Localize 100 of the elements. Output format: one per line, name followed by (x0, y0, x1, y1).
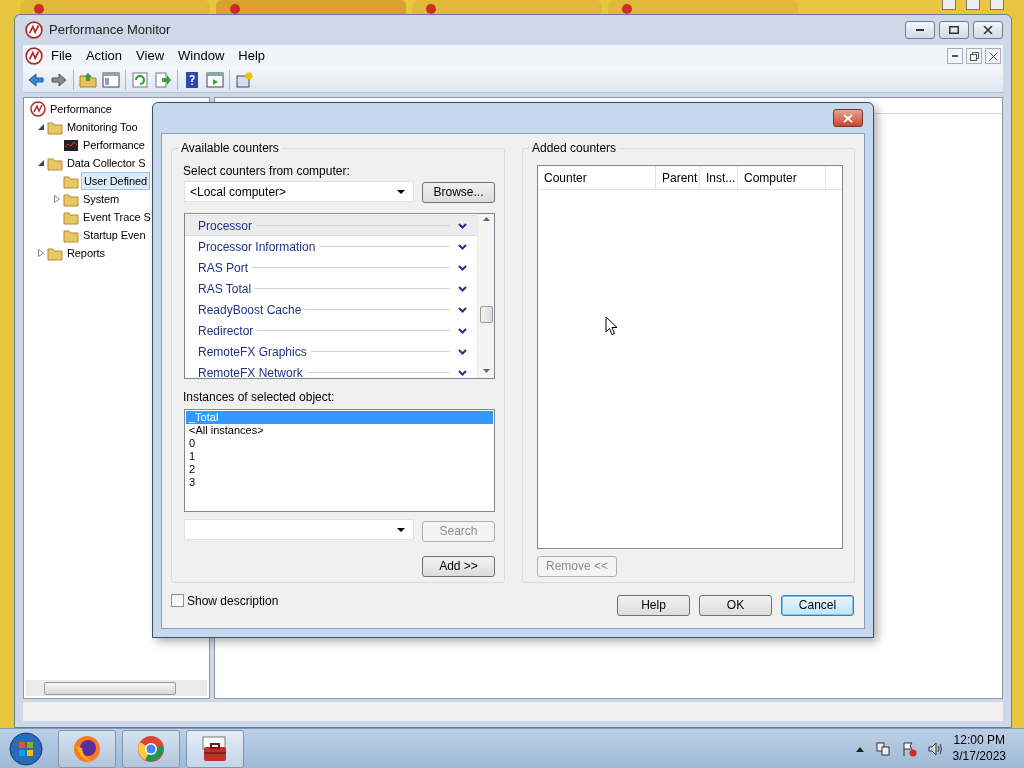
expanded-arrow-icon[interactable] (37, 124, 44, 130)
window-title: Performance Monitor (49, 21, 171, 40)
menu-item[interactable]: File (45, 46, 78, 66)
maximize-button[interactable] (939, 21, 969, 39)
field-label: Select counters from computer: (183, 163, 350, 180)
scroll-down-icon[interactable] (483, 369, 490, 373)
tree-item[interactable]: Performance (48, 100, 114, 118)
refresh-icon[interactable] (131, 70, 149, 89)
dialog-button[interactable]: Help (617, 595, 690, 616)
close-icon (842, 113, 854, 123)
dialog-button[interactable]: OK (699, 595, 772, 616)
chevron-down-icon[interactable] (458, 306, 467, 313)
new-window-icon[interactable] (235, 70, 253, 89)
tree-item[interactable]: Performance (81, 136, 147, 154)
counter-object-item[interactable]: RemoteFX Graphics (185, 341, 477, 362)
group-title: Available counters (178, 141, 282, 155)
counter-object-item[interactable]: RAS Port (185, 257, 477, 278)
counter-object-item[interactable]: Redirector (185, 320, 477, 341)
column-header[interactable]: Parent (656, 166, 700, 189)
browser-tab[interactable] (608, 0, 798, 14)
folder-icon (63, 191, 79, 207)
restore-button[interactable] (966, 48, 982, 64)
minimize-icon (952, 55, 958, 57)
chevron-down-icon[interactable] (458, 369, 467, 376)
collapsed-arrow-icon[interactable] (53, 195, 60, 203)
dropdown-arrow-icon (397, 527, 405, 532)
expanded-arrow-icon[interactable] (37, 160, 44, 166)
browser-tab[interactable] (412, 0, 602, 14)
browser-tab[interactable] (20, 0, 210, 14)
vertical-scrollbar[interactable] (477, 214, 494, 378)
back-arrow-icon[interactable] (27, 70, 45, 89)
group-title: Added counters (529, 141, 620, 155)
tree-item[interactable]: System (81, 190, 122, 208)
instance-item[interactable]: <All instances> (186, 424, 493, 437)
browse-button[interactable]: Browse... (422, 182, 495, 203)
close-button[interactable] (973, 21, 1003, 39)
instance-item[interactable]: 2 (186, 463, 493, 476)
instance-item[interactable]: 0 (186, 437, 493, 450)
browser-icon (136, 733, 166, 764)
tree-item[interactable]: Startup Even (81, 226, 148, 244)
menu-item[interactable]: Help (232, 46, 272, 66)
network-icon[interactable] (874, 740, 891, 757)
field-label: Instances of selected object: (183, 389, 335, 406)
counter-object-item[interactable]: Processor (185, 215, 477, 236)
volume-icon[interactable] (926, 740, 943, 757)
add-button[interactable]: Add >> (422, 556, 495, 577)
chevron-down-icon[interactable] (458, 348, 467, 355)
taskbar-app-button[interactable] (186, 729, 244, 768)
tree-item[interactable]: Reports (65, 244, 107, 262)
counter-object-item[interactable]: Processor Information (185, 236, 477, 257)
chart-icon (63, 137, 79, 153)
clock-date[interactable]: 3/17/2023 (952, 748, 1006, 765)
help-icon[interactable] (183, 70, 201, 89)
taskbar-app-button[interactable] (58, 729, 116, 768)
app-icon[interactable] (25, 47, 43, 65)
flag-icon[interactable] (900, 740, 917, 757)
tree-item[interactable]: User Defined (81, 171, 150, 191)
minimize-button[interactable] (947, 48, 963, 64)
tree-item[interactable]: Event Trace S (81, 208, 153, 226)
tree-item[interactable]: Data Collector S (65, 154, 148, 172)
scroll-thumb[interactable] (480, 306, 493, 323)
menu-item[interactable]: Window (172, 46, 231, 66)
tree-item[interactable]: Monitoring Too (65, 118, 140, 136)
chevron-down-icon[interactable] (458, 222, 467, 229)
minimize-button[interactable] (905, 21, 935, 39)
column-header[interactable]: Inst... (700, 166, 738, 189)
close-button[interactable] (985, 48, 1001, 64)
column-header[interactable]: Computer (738, 166, 826, 189)
dialog-button[interactable]: Cancel (781, 595, 854, 616)
folder-icon (47, 245, 63, 261)
counter-object-item[interactable]: ReadyBoost Cache (185, 299, 477, 320)
maximize-icon (949, 26, 959, 34)
chevron-down-icon[interactable] (458, 285, 467, 292)
restore-button[interactable] (966, 0, 980, 10)
folder-icon[interactable] (79, 70, 97, 89)
instance-item[interactable]: 3 (186, 476, 493, 489)
column-header[interactable]: Counter (538, 166, 656, 189)
show-description-checkbox[interactable]: Show description (171, 591, 279, 610)
export-icon[interactable] (154, 70, 172, 89)
computer-dropdown[interactable]: <Local computer> (184, 181, 414, 202)
forward-arrow-icon[interactable] (50, 70, 68, 89)
chevron-down-icon[interactable] (458, 243, 467, 250)
counter-object-item[interactable]: RemoteFX Network (185, 362, 477, 383)
horizontal-scrollbar[interactable] (26, 680, 207, 696)
collapsed-arrow-icon[interactable] (37, 249, 44, 257)
console-tree-icon[interactable] (102, 70, 120, 89)
counter-object-item[interactable]: RAS Total (185, 278, 477, 299)
restore-icon (969, 51, 979, 61)
dropdown-arrow-icon (397, 189, 405, 194)
instance-item[interactable]: 1 (186, 450, 493, 463)
scroll-up-icon[interactable] (483, 217, 490, 221)
start-button[interactable] (6, 730, 46, 767)
chevron-down-icon[interactable] (458, 264, 467, 271)
menu-item[interactable]: View (130, 46, 171, 66)
chevron-down-icon[interactable] (458, 327, 467, 334)
folder-icon (63, 209, 79, 225)
menu-item[interactable]: Action (79, 46, 129, 66)
properties-pane-icon[interactable] (206, 70, 224, 89)
clock-time[interactable]: 12:00 PM (952, 732, 1006, 749)
close-button[interactable] (833, 109, 863, 127)
